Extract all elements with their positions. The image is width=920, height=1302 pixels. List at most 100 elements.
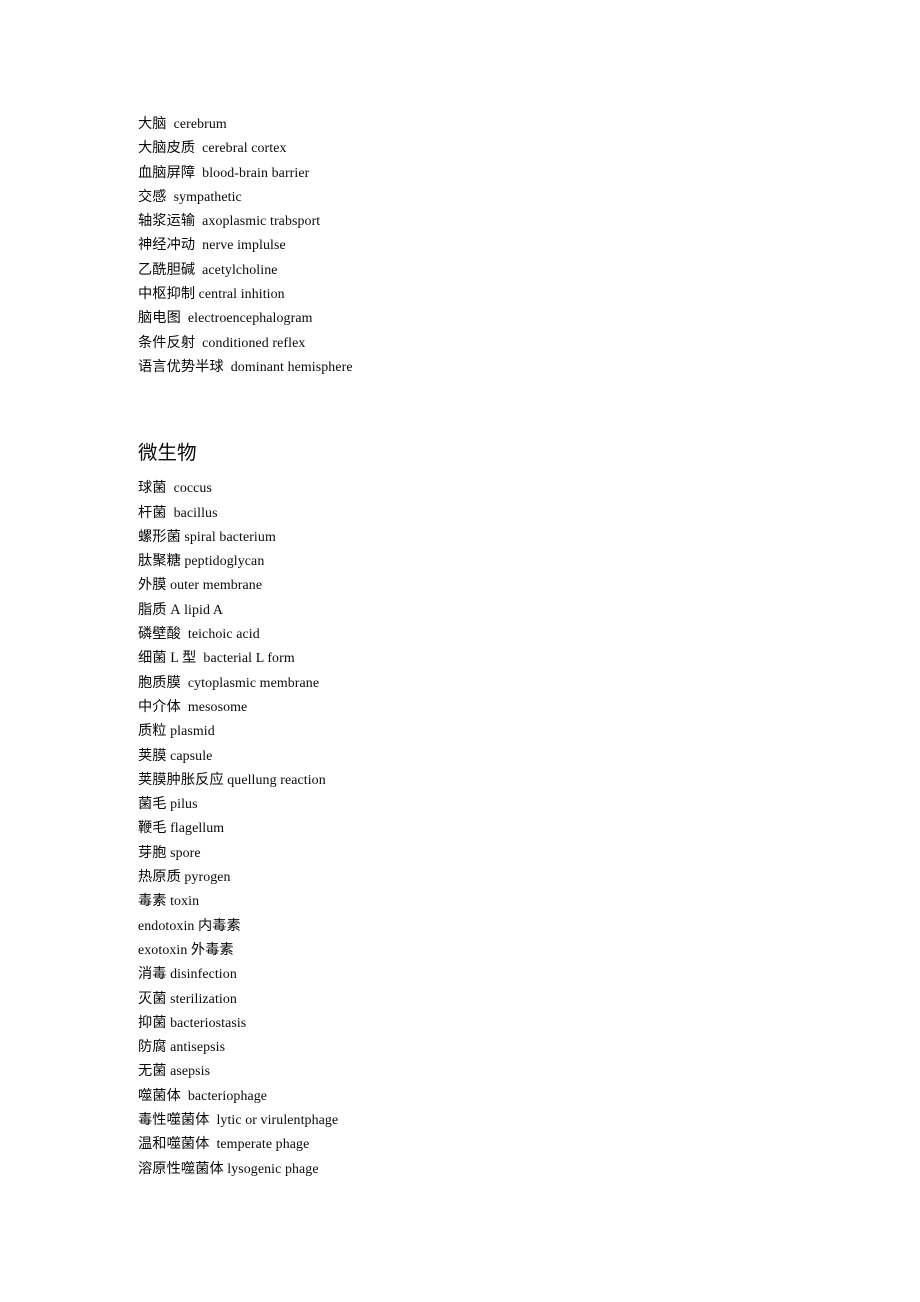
- glossary-entry: 菌毛 pilus: [138, 792, 838, 816]
- glossary-entry: 肽聚糖 peptidoglycan: [138, 549, 838, 573]
- term-separator: [181, 1088, 188, 1103]
- term-english: peptidoglycan: [184, 554, 265, 570]
- glossary-entry: 噬菌体 bacteriophage: [138, 1084, 838, 1108]
- term-chinese: 温和噬菌体: [138, 1136, 210, 1153]
- glossary-entry: 芽胞 spore: [138, 841, 838, 865]
- glossary-entry: 无菌 asepsis: [138, 1059, 838, 1083]
- term-chinese: 荚膜: [138, 747, 167, 764]
- glossary-entry: 灭菌 sterilization: [138, 987, 838, 1011]
- term-separator: [167, 480, 174, 495]
- glossary-entry: 毒性噬菌体 lytic or virulentphage: [138, 1108, 838, 1132]
- term-english: cerebral cortex: [202, 141, 287, 157]
- glossary-entry: 脂质 A lipid A: [138, 598, 838, 622]
- term-chinese: 无菌: [138, 1063, 167, 1080]
- term-chinese: 肽聚糖: [138, 553, 181, 570]
- term-english: central inhition: [198, 287, 285, 303]
- glossary-entry: 神经冲动 nerve implulse: [138, 233, 838, 257]
- term-english: plasmid: [170, 724, 215, 740]
- term-chinese: 质粒: [138, 723, 167, 740]
- term-chinese: 毒性噬菌体: [138, 1111, 210, 1128]
- term-english: quellung reaction: [227, 772, 326, 788]
- term-chinese: 芽胞: [138, 844, 167, 861]
- term-english: lysogenic phage: [227, 1161, 319, 1177]
- term-chinese: 细菌 L 型: [138, 650, 197, 667]
- term-english: lytic or virulentphage: [216, 1112, 339, 1128]
- glossary-entry: 磷壁酸 teichoic acid: [138, 622, 838, 646]
- glossary-entry: 胞质膜 cytoplasmic membrane: [138, 671, 838, 695]
- term-chinese: 菌毛: [138, 796, 167, 813]
- term-chinese: 神经冲动: [138, 237, 196, 254]
- glossary-entry: 血脑屏障 blood-brain barrier: [138, 161, 838, 185]
- term-chinese: 鞭毛: [138, 820, 167, 837]
- term-english: sterilization: [170, 991, 237, 1007]
- term-english: cerebrum: [173, 117, 227, 132]
- term-english: lipid A: [184, 602, 223, 618]
- glossary-entry: 质粒 plasmid: [138, 719, 838, 743]
- term-chinese: 内毒素: [197, 917, 241, 934]
- term-english: pyrogen: [184, 870, 231, 886]
- glossary-entry: 乙酰胆碱 acetylcholine: [138, 258, 838, 282]
- term-english: pilus: [170, 797, 198, 813]
- term-english: mesosome: [187, 699, 248, 715]
- term-english: temperate phage: [216, 1137, 310, 1153]
- glossary-entry: endotoxin 内毒素: [138, 914, 838, 938]
- glossary-entry: 温和噬菌体 temperate phage: [138, 1132, 838, 1156]
- term-separator: [167, 189, 174, 204]
- term-english: axoplasmic trabsport: [202, 214, 321, 230]
- term-english: bacteriophage: [187, 1088, 268, 1104]
- term-separator: [167, 116, 174, 131]
- glossary-entry: 中枢抑制 central inhition: [138, 282, 838, 306]
- glossary-section-microbiology: 球菌 coccus 杆菌 bacillus 螺形菌 spiral bacterium…: [138, 476, 838, 1181]
- term-chinese: 胞质膜: [138, 674, 181, 691]
- term-chinese: 荚膜肿胀反应: [138, 771, 224, 788]
- term-english: conditioned reflex: [202, 335, 306, 351]
- term-chinese: 条件反射: [138, 334, 196, 351]
- document-page: 大脑 cerebrum 大脑皮质 cerebral cortex 血脑屏障 bloo…: [0, 0, 920, 1302]
- glossary-entry: 消毒 disinfection: [138, 962, 838, 986]
- term-chinese: 大脑: [138, 116, 167, 132]
- term-chinese: 脑电图: [138, 310, 181, 327]
- term-english: capsule: [170, 748, 213, 764]
- glossary-entry: 细菌 L 型 bacterial L form: [138, 646, 838, 670]
- term-separator: [167, 505, 174, 520]
- glossary-entry: 语言优势半球 dominant hemisphere: [138, 355, 838, 379]
- term-english: outer membrane: [170, 578, 263, 594]
- glossary-entry: 大脑 cerebrum: [138, 112, 838, 136]
- glossary-entry: 荚膜 capsule: [138, 744, 838, 768]
- text-column: 大脑 cerebrum 大脑皮质 cerebral cortex 血脑屏障 bloo…: [138, 112, 838, 1181]
- glossary-section-neuro: 大脑 cerebrum 大脑皮质 cerebral cortex 血脑屏障 bloo…: [138, 112, 838, 379]
- glossary-entry: 杆菌 bacillus: [138, 501, 838, 525]
- glossary-entry: 脑电图 electroencephalogram: [138, 306, 838, 330]
- term-chinese: 中枢抑制: [138, 286, 196, 303]
- term-separator: [181, 626, 188, 641]
- term-chinese: 消毒: [138, 966, 167, 983]
- term-english: nerve implulse: [202, 238, 286, 254]
- term-chinese: 溶原性噬菌体: [138, 1160, 224, 1177]
- term-english: flagellum: [170, 821, 225, 837]
- term-chinese: 轴浆运输: [138, 213, 196, 230]
- term-english: electroencephalogram: [187, 311, 313, 327]
- term-chinese: 热原质: [138, 869, 181, 886]
- term-english: blood-brain barrier: [202, 165, 310, 181]
- term-chinese: 磷壁酸: [138, 626, 181, 643]
- term-english: bacterial L form: [203, 651, 295, 667]
- term-chinese: 乙酰胆碱: [138, 261, 196, 278]
- section-heading-microbiology: 微生物: [138, 443, 197, 465]
- term-english: sympathetic: [173, 189, 242, 205]
- glossary-entry: 荚膜肿胀反应 quellung reaction: [138, 768, 838, 792]
- term-chinese: 灭菌: [138, 990, 167, 1007]
- term-chinese: 语言优势半球: [138, 358, 224, 375]
- term-chinese: 血脑屏障: [138, 164, 196, 181]
- term-english: exotoxin: [138, 942, 188, 958]
- term-chinese: 噬菌体: [138, 1087, 181, 1104]
- term-english: endotoxin: [138, 918, 195, 934]
- glossary-entry: 轴浆运输 axoplasmic trabsport: [138, 209, 838, 233]
- term-chinese: 交感: [138, 188, 167, 205]
- term-chinese: 球菌: [138, 480, 167, 497]
- term-english: bacillus: [173, 505, 218, 521]
- heading-spacer: [138, 467, 838, 476]
- term-english: antisepsis: [170, 1040, 226, 1056]
- glossary-entry: 外膜 outer membrane: [138, 573, 838, 597]
- glossary-entry: 防腐 antisepsis: [138, 1035, 838, 1059]
